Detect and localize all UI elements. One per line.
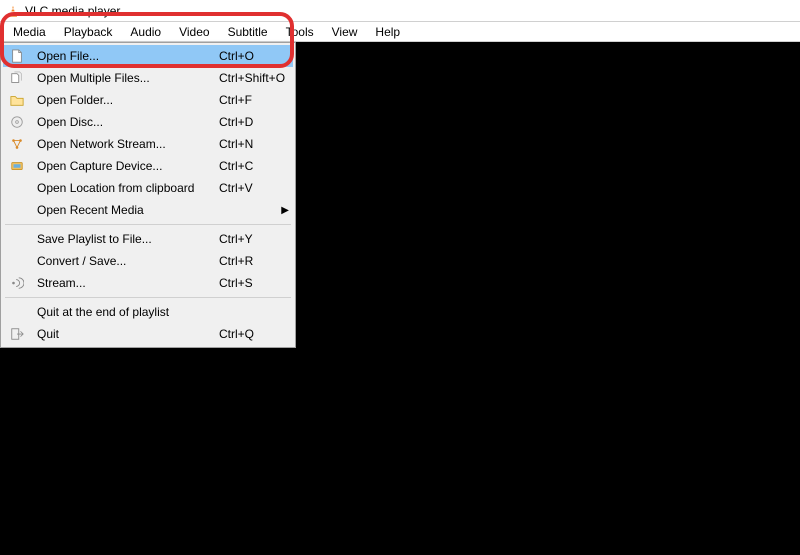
menu-item-open-multiple-files[interactable]: Open Multiple Files... Ctrl+Shift+O [3,67,293,89]
menu-item-label: Open Network Stream... [37,137,209,151]
submenu-arrow-icon: ▶ [279,205,289,216]
menu-item-accelerator: Ctrl+D [219,115,289,129]
menu-item-accelerator: Ctrl+S [219,276,289,290]
menu-item-open-file[interactable]: Open File... Ctrl+O [3,45,293,67]
menu-audio[interactable]: Audio [121,23,170,41]
menu-item-label: Open Multiple Files... [37,71,209,85]
menu-item-accelerator: Ctrl+Q [219,327,289,341]
menu-item-accelerator: Ctrl+F [219,93,289,107]
blank-icon [9,253,25,269]
menu-separator [5,297,291,298]
menu-video[interactable]: Video [170,23,218,41]
menu-item-label: Quit at the end of playlist [37,305,209,319]
menu-item-label: Stream... [37,276,209,290]
menu-item-save-playlist-to-file[interactable]: Save Playlist to File... Ctrl+Y [3,228,293,250]
capture-icon [9,158,25,174]
blank-icon [9,231,25,247]
disc-icon [9,114,25,130]
menu-item-accelerator: Ctrl+O [219,49,289,63]
menu-view[interactable]: View [323,23,367,41]
titlebar: VLC media player [0,0,800,22]
menu-help[interactable]: Help [366,23,409,41]
menu-playback[interactable]: Playback [55,23,122,41]
menu-item-quit-at-the-end-of-playlist[interactable]: Quit at the end of playlist [3,301,293,323]
menu-item-label: Open Disc... [37,115,209,129]
menu-item-label: Open Folder... [37,93,209,107]
network-icon [9,136,25,152]
menu-item-label: Open File... [37,49,209,63]
blank-icon [9,180,25,196]
menu-subtitle[interactable]: Subtitle [219,23,277,41]
menu-item-accelerator: Ctrl+N [219,137,289,151]
vlc-cone-icon [6,4,20,18]
menu-item-convert-save[interactable]: Convert / Save... Ctrl+R [3,250,293,272]
blank-icon [9,202,25,218]
menu-item-stream[interactable]: Stream... Ctrl+S [3,272,293,294]
menu-separator [5,224,291,225]
menu-tools[interactable]: Tools [277,23,323,41]
menu-item-label: Open Location from clipboard [37,181,209,195]
menu-item-label: Quit [37,327,209,341]
menu-item-accelerator: Ctrl+C [219,159,289,173]
window-title: VLC media player [25,4,120,18]
menu-item-quit[interactable]: Quit Ctrl+Q [3,323,293,345]
menu-item-label: Convert / Save... [37,254,209,268]
menubar: Media Playback Audio Video Subtitle Tool… [0,22,800,42]
blank-icon [9,304,25,320]
menu-item-accelerator: Ctrl+Shift+O [219,71,289,85]
menu-item-open-capture-device[interactable]: Open Capture Device... Ctrl+C [3,155,293,177]
files-icon [9,70,25,86]
folder-icon [9,92,25,108]
menu-item-open-network-stream[interactable]: Open Network Stream... Ctrl+N [3,133,293,155]
file-icon [9,48,25,64]
menu-item-accelerator: Ctrl+Y [219,232,289,246]
menu-media[interactable]: Media [4,23,55,41]
menu-item-label: Open Capture Device... [37,159,209,173]
menu-item-open-location-from-clipboard[interactable]: Open Location from clipboard Ctrl+V [3,177,293,199]
quit-icon [9,326,25,342]
menu-item-accelerator: Ctrl+V [219,181,289,195]
menu-item-open-folder[interactable]: Open Folder... Ctrl+F [3,89,293,111]
menu-item-open-recent-media[interactable]: Open Recent Media▶ [3,199,293,221]
menu-item-accelerator: Ctrl+R [219,254,289,268]
menu-item-label: Save Playlist to File... [37,232,209,246]
menu-item-open-disc[interactable]: Open Disc... Ctrl+D [3,111,293,133]
menu-item-label: Open Recent Media [37,203,279,217]
stream-icon [9,275,25,291]
media-dropdown: Open File... Ctrl+O Open Multiple Files...… [0,42,296,348]
